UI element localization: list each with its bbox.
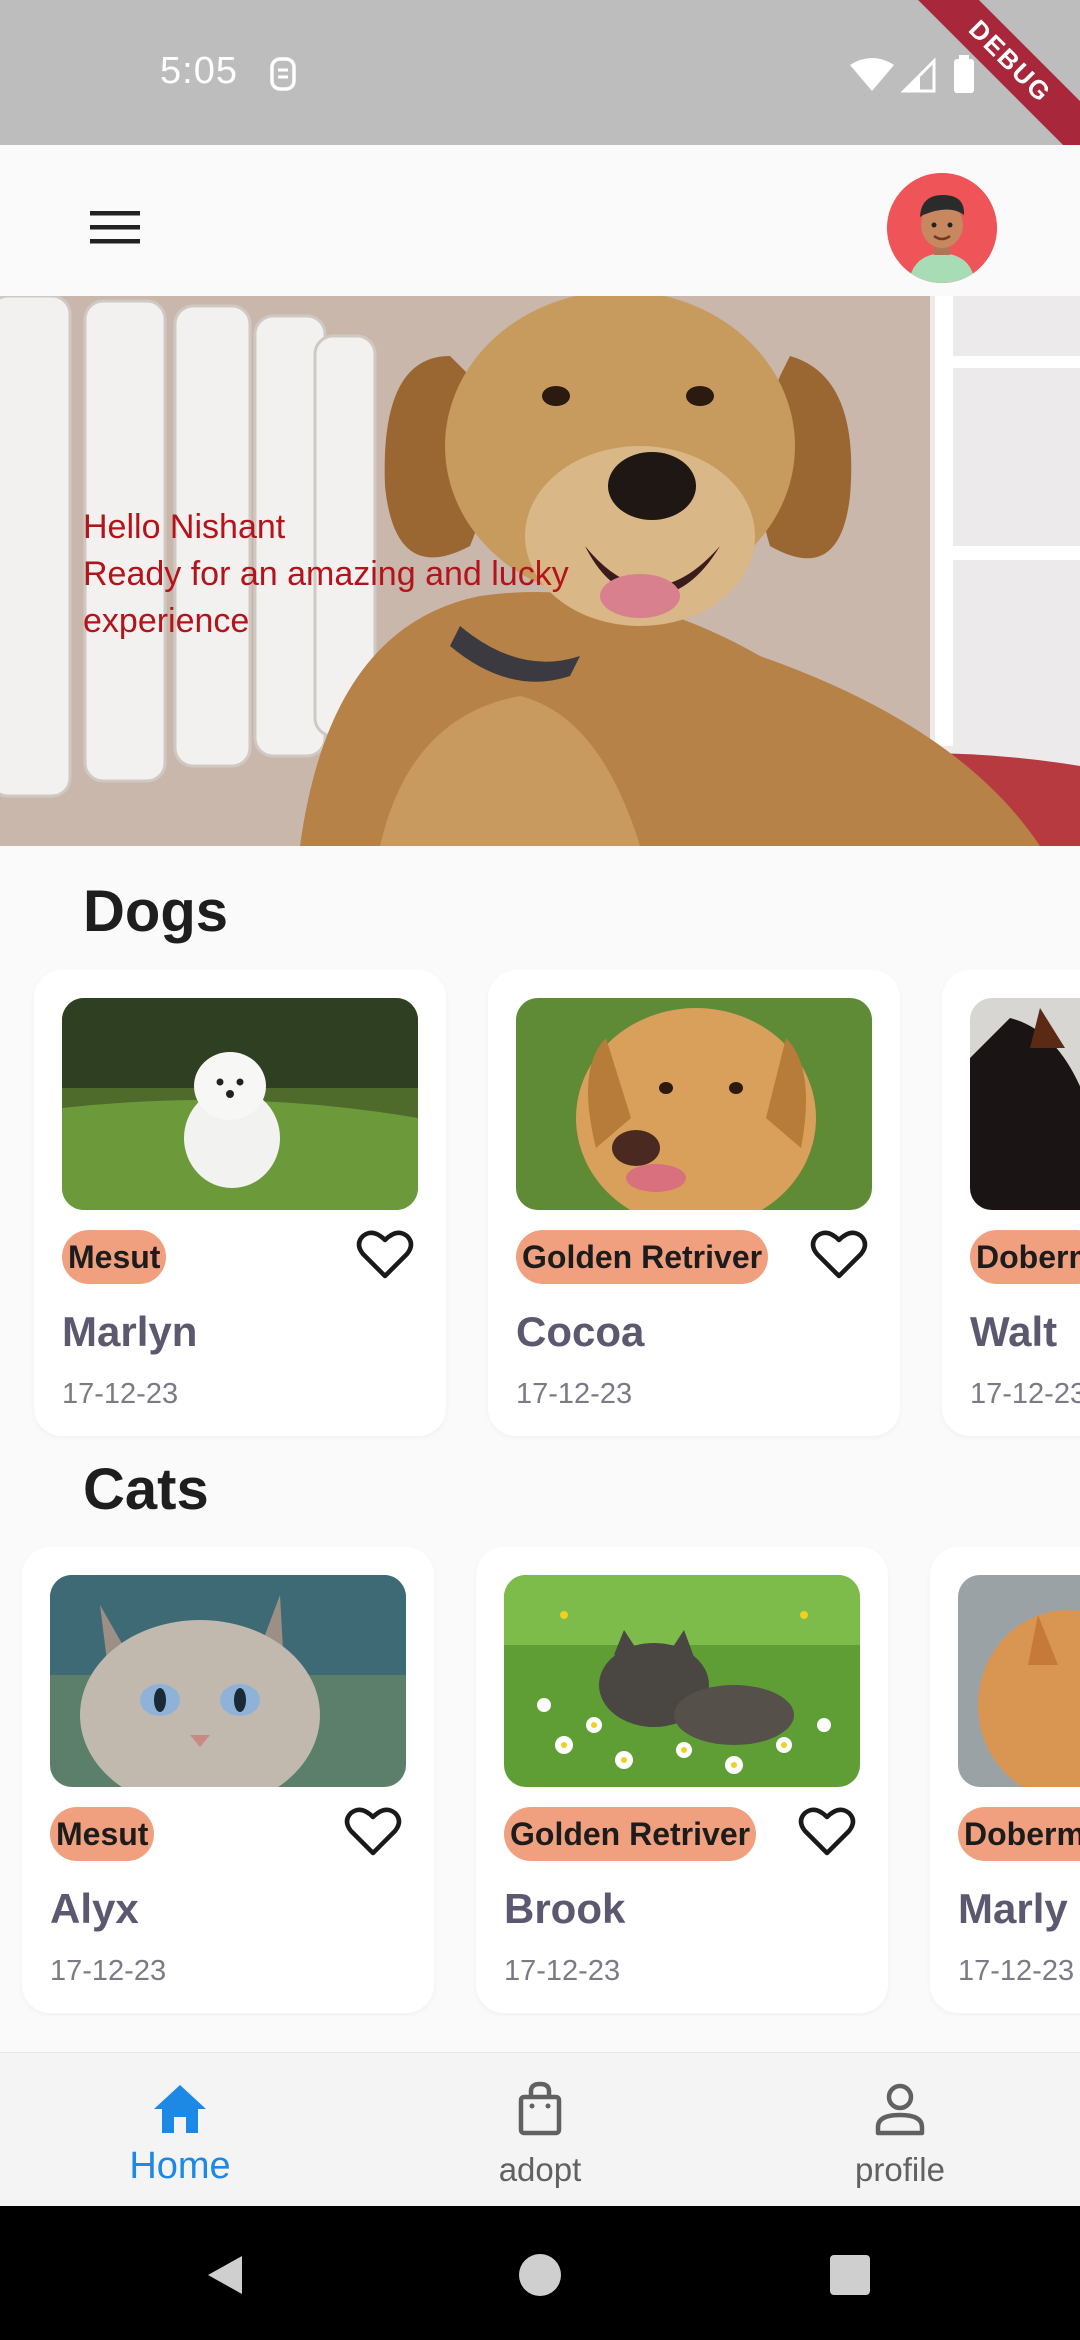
pet-card[interactable]: Doberm Walt 17-12-23 [942,970,1080,1436]
cell-signal-icon [900,57,936,93]
pet-name: Marlyn [62,1308,198,1355]
app-bar [0,145,1080,296]
cats-section-title: Cats [83,1457,209,1522]
pet-photo [50,1575,406,1787]
nav-item-adopt[interactable]: adopt [440,2053,640,2207]
greeting-text: Hello Nishant Ready for an amazing and l… [83,504,643,645]
greeting-line-3: experience [83,602,250,640]
dogs-section-title: Dogs [83,879,228,944]
orange-cat-photo [958,1575,1080,1787]
favorite-heart-icon[interactable] [344,1805,402,1857]
hamburger-menu-icon[interactable] [88,207,144,247]
breed-tag: Golden Retriver [516,1230,769,1284]
status-bar: 5:05 DEBUG [0,0,1080,169]
cats-card-row[interactable]: Mesut Alyx 17-12-23 Golden Retriver Broo… [0,1547,1080,2017]
nav-item-profile[interactable]: profile [800,2053,1000,2207]
pet-card[interactable]: Mesut Marlyn 17-12-23 [34,970,446,1436]
golden-retriever-photo [516,998,872,1210]
nav-item-home[interactable]: Home [80,2053,280,2207]
battery-icon [954,55,974,93]
pet-photo [62,998,418,1210]
hero-banner: Hello Nishant Ready for an amazing and l… [0,296,1080,846]
shopping-bag-icon [518,2081,562,2136]
breed-tag: Mesut [62,1230,167,1284]
pet-date: 17-12-23 [50,1955,167,1987]
pet-card[interactable]: Mesut Alyx 17-12-23 [22,1547,434,2013]
breed-tag: Doberm [970,1230,1080,1284]
greeting-line-1: Hello Nishant [83,508,286,546]
bottom-navigation: Home adopt profile [0,2052,1080,2206]
pet-date: 17-12-23 [970,1378,1080,1410]
doberman-photo [970,998,1080,1210]
breed-tag: Doberma [958,1807,1080,1861]
greeting-line-2: Ready for an amazing and lucky [83,555,569,593]
favorite-heart-icon[interactable] [810,1228,868,1280]
pet-card[interactable]: Golden Retriver Brook 17-12-23 [476,1547,888,2013]
status-icons [850,55,974,93]
pet-card[interactable]: Doberma Marly 17-12-23 [930,1547,1080,2013]
pet-photo [504,1575,860,1787]
system-navigation-bar [0,2206,1080,2340]
pet-name: Walt [970,1308,1058,1355]
breed-tag: Golden Retriver [504,1807,757,1861]
pet-date: 17-12-23 [62,1378,179,1410]
pet-name: Marly [958,1885,1068,1932]
white-puppy-photo [62,998,418,1210]
nav-label-home: Home [129,2145,231,2187]
pet-photo [970,998,1080,1210]
pet-date: 17-12-23 [516,1378,633,1410]
pet-name: Cocoa [516,1308,645,1355]
pet-photo [516,998,872,1210]
tabby-cat-photo [50,1575,406,1787]
avatar[interactable] [887,173,997,283]
recents-icon[interactable] [825,2250,875,2300]
favorite-heart-icon[interactable] [356,1228,414,1280]
pet-date: 17-12-23 [958,1955,1075,1987]
person-icon [875,2083,925,2136]
nav-label-adopt: adopt [498,2151,582,2188]
home-circle-icon[interactable] [515,2250,565,2300]
sim-card-icon [270,57,296,91]
wifi-icon [850,58,894,91]
pet-name: Brook [504,1885,626,1932]
pet-date: 17-12-23 [504,1955,621,1987]
home-icon [154,2085,206,2133]
favorite-heart-icon[interactable] [798,1805,856,1857]
kitten-in-daisies-photo [504,1575,860,1787]
pet-name: Alyx [50,1885,139,1932]
status-time: 5:05 [160,50,238,92]
dogs-card-row[interactable]: Mesut Marlyn 17-12-23 Golden Retriver Co… [0,970,1080,1440]
breed-tag: Mesut [50,1807,155,1861]
back-icon[interactable] [200,2250,250,2300]
nav-label-profile: profile [855,2151,945,2188]
pet-card[interactable]: Golden Retriver Cocoa 17-12-23 [488,970,900,1436]
pet-photo [958,1575,1080,1787]
user-avatar-icon [887,173,997,283]
